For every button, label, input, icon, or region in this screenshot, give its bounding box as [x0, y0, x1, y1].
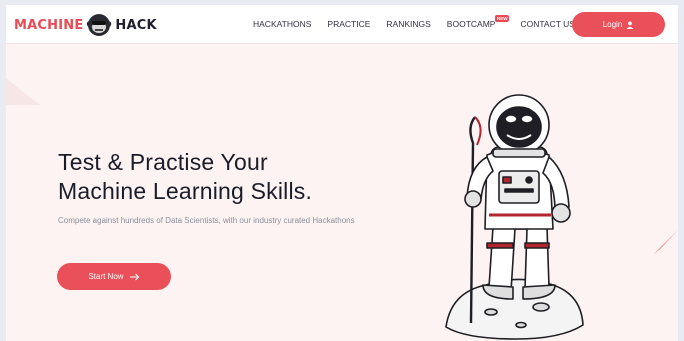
new-badge: NEW: [494, 15, 510, 22]
monkey-logo-icon: [87, 14, 112, 36]
login-button[interactable]: Login: [572, 12, 665, 37]
nav-bootcamp[interactable]: BOOTCAMP NEW: [446, 15, 510, 29]
user-icon: [626, 21, 634, 29]
nav-contact-us[interactable]: CONTACT US: [520, 19, 574, 29]
hero-subtitle: Compete against hundreds of Data Scienti…: [58, 216, 355, 225]
start-now-label: Start Now: [88, 272, 124, 281]
login-label: Login: [602, 20, 623, 29]
decorative-corner-shape: [6, 78, 40, 105]
nav-rankings[interactable]: RANKINGS: [386, 19, 430, 29]
hero-title: Test & Practise Your Machine Learning Sk…: [58, 148, 312, 206]
nav-hackathons[interactable]: HACKATHONS: [253, 19, 311, 29]
brand-name-left: MACHINE: [14, 17, 84, 33]
hero-title-line2: Machine Learning Skills.: [58, 178, 313, 204]
decorative-streak: [654, 230, 678, 254]
navbar: MACHINE HACK HACKATHONS PRACTICE RANKING…: [6, 5, 678, 44]
brand-name-right: HACK: [115, 17, 157, 33]
arrow-right-icon: [129, 273, 139, 280]
hero-title-line1: Test & Practise Your: [58, 149, 268, 175]
start-now-button[interactable]: Start Now: [57, 263, 171, 290]
nav-practice[interactable]: PRACTICE: [327, 19, 370, 29]
page-frame: MACHINE HACK HACKATHONS PRACTICE RANKING…: [6, 5, 678, 341]
brand-logo[interactable]: MACHINE HACK: [14, 13, 157, 37]
nav-bootcamp-label: BOOTCAMP: [446, 19, 496, 29]
nav-links: HACKATHONS PRACTICE RANKINGS BOOTCAMP NE…: [253, 15, 591, 29]
astronaut-illustration: [445, 94, 584, 340]
